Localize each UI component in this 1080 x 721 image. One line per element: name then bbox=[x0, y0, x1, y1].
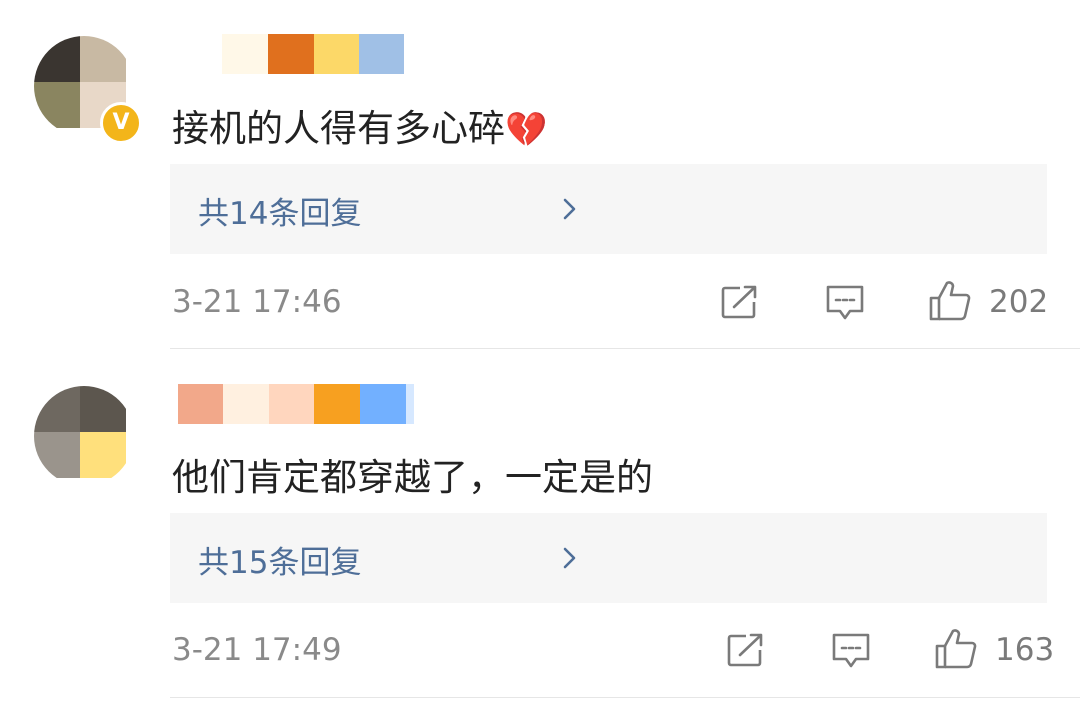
like-count: 163 bbox=[995, 632, 1055, 668]
avatar[interactable] bbox=[34, 386, 134, 486]
comment-icon[interactable] bbox=[825, 284, 865, 322]
repost-icon[interactable] bbox=[726, 632, 766, 668]
view-replies-button[interactable]: 共15条回复 bbox=[170, 513, 1047, 603]
chevron-right-icon bbox=[563, 547, 576, 569]
username-obscured[interactable] bbox=[178, 384, 414, 424]
repost-icon[interactable] bbox=[720, 284, 760, 320]
timestamp: 3-21 17:49 bbox=[172, 632, 342, 668]
broken-heart-emoji: 💔 bbox=[505, 110, 548, 150]
replies-count-label: 共15条回复 bbox=[198, 545, 362, 581]
chevron-right-icon bbox=[563, 198, 576, 220]
verified-badge-icon: V bbox=[100, 102, 142, 144]
comment-icon[interactable] bbox=[831, 632, 871, 670]
comment-text: 接机的人得有多心碎💔 bbox=[172, 107, 548, 150]
divider bbox=[170, 348, 1080, 349]
like-count: 202 bbox=[989, 284, 1049, 320]
timestamp: 3-21 17:46 bbox=[172, 284, 342, 320]
like-icon[interactable] bbox=[928, 280, 972, 322]
view-replies-button[interactable]: 共14条回复 bbox=[170, 164, 1047, 254]
comment-text: 他们肯定都穿越了，一定是的 bbox=[172, 456, 653, 499]
like-icon[interactable] bbox=[934, 628, 978, 670]
replies-count-label: 共14条回复 bbox=[198, 196, 362, 232]
divider bbox=[170, 697, 1080, 698]
username-obscured[interactable] bbox=[222, 34, 404, 74]
